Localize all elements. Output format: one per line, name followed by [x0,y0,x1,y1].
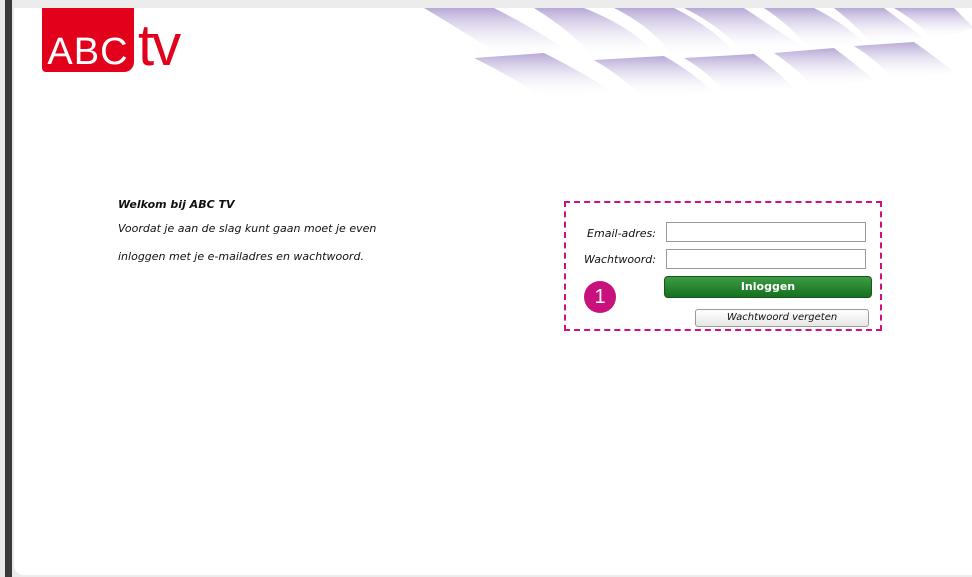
logo-tv-text: tv [138,13,181,78]
welcome-title: Welkom bij ABC TV [118,198,235,211]
welcome-line-1: Voordat je aan de slag kunt gaan moet je… [118,222,377,235]
forgot-password-button[interactable]: Wachtwoord vergeten [695,309,869,327]
password-label: Wachtwoord: [583,253,656,266]
welcome-line-2: inloggen met je e-mailadres en wachtwoor… [118,250,364,263]
email-label: Email-adres: [587,227,656,240]
step-number-badge: 1 [584,281,616,313]
password-field[interactable] [666,249,866,269]
header-wave-decoration [424,8,972,98]
logo-abc-text: ABC [47,31,129,73]
email-field[interactable] [666,222,866,242]
abc-tv-logo[interactable]: ABC tv [14,8,244,88]
welcome-message: Welkom bij ABC TV Voordat je aan de slag… [118,198,438,276]
window-left-border [5,0,12,577]
login-page: ABC tv Welkom bij ABC TV Voordat je aan … [14,8,972,575]
login-button[interactable]: Inloggen [664,276,872,298]
